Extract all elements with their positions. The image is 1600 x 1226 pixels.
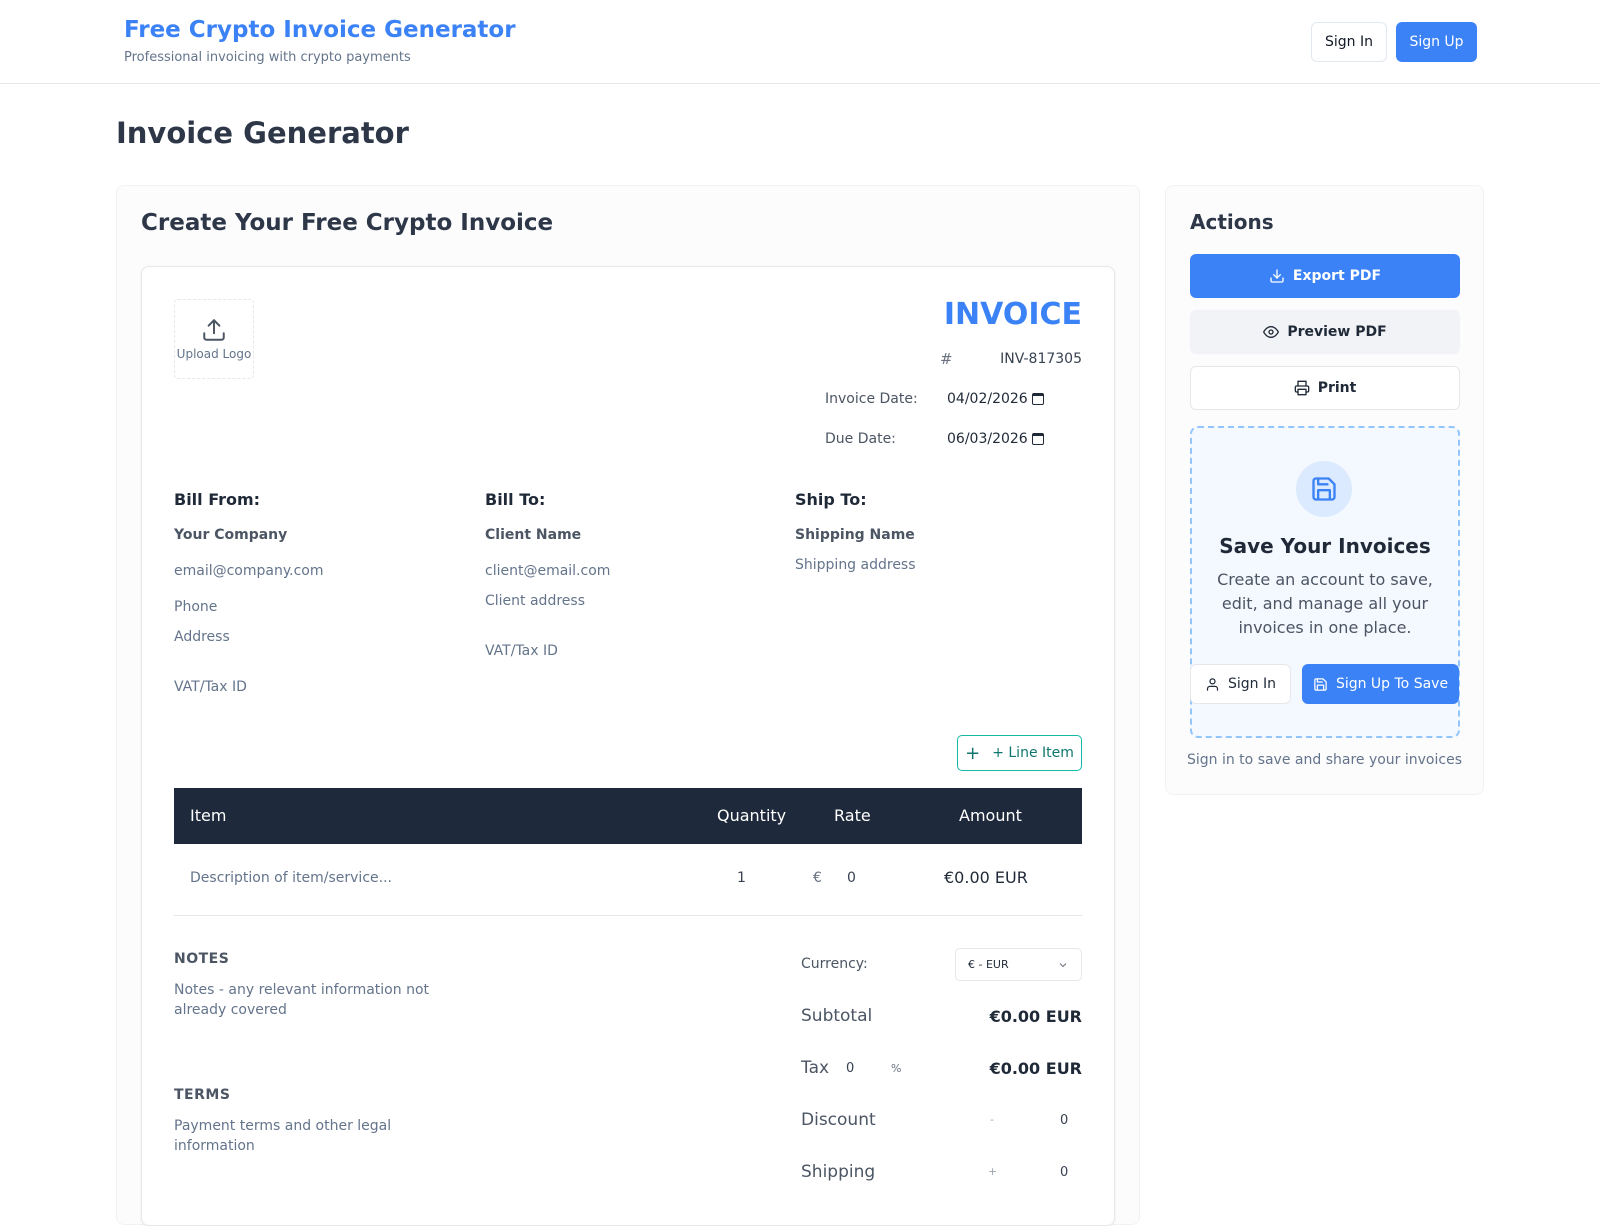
page-title: Invoice Generator xyxy=(116,116,409,150)
bill-from-phone-input[interactable]: Phone xyxy=(174,599,217,615)
bill-from-name-input[interactable]: Your Company xyxy=(174,527,287,543)
column-header-amount: Amount xyxy=(959,806,1022,825)
shipping-label: Shipping xyxy=(801,1162,876,1182)
line-item-rate-input[interactable]: 0 xyxy=(847,870,856,886)
save-footer-note: Sign in to save and share your invoices xyxy=(1186,752,1462,768)
calendar-icon[interactable] xyxy=(1031,433,1044,445)
column-header-quantity: Quantity xyxy=(717,806,787,825)
save-invoices-title: Save Your Invoices xyxy=(1219,534,1431,558)
printer-icon xyxy=(1294,380,1310,396)
chevron-down-icon xyxy=(1059,962,1067,967)
export-pdf-label: Export PDF xyxy=(1292,268,1382,284)
bill-from-vat-input[interactable]: VAT/Tax ID xyxy=(174,679,247,695)
bill-to-name-input[interactable]: Client Name xyxy=(485,527,581,543)
brand-subtitle: Professional invoicing with crypto payme… xyxy=(124,50,411,65)
ship-to-address-input[interactable]: Shipping address xyxy=(795,557,916,573)
currency-select-value: € - EUR xyxy=(968,958,1009,971)
preview-pdf-button[interactable]: Preview PDF xyxy=(1190,310,1460,354)
upload-icon xyxy=(203,319,225,341)
currency-label: Currency: xyxy=(801,956,868,972)
invoice-heading: INVOICE xyxy=(943,297,1082,332)
line-item-amount: €0.00 EUR xyxy=(944,868,1028,887)
sign-up-to-save-label: Sign Up To Save xyxy=(1335,676,1449,692)
floppy-disk-icon xyxy=(1312,477,1336,501)
invoice-number-input[interactable]: INV-817305 xyxy=(1000,351,1082,367)
add-line-item-button[interactable]: + + Line Item xyxy=(957,735,1082,771)
table-row-divider xyxy=(174,915,1082,916)
notes-input[interactable]: Notes - any relevant information not alr… xyxy=(174,980,474,1020)
discount-sign: - xyxy=(990,1113,994,1126)
user-icon xyxy=(1206,677,1219,691)
print-label: Print xyxy=(1317,380,1357,396)
export-pdf-button[interactable]: Export PDF xyxy=(1190,254,1460,298)
upload-logo-button[interactable]: Upload Logo xyxy=(174,299,254,379)
ship-to-name-input[interactable]: Shipping Name xyxy=(795,527,915,543)
sign-in-button[interactable]: Sign In xyxy=(1311,22,1387,62)
invoice-card-title: Create Your Free Crypto Invoice xyxy=(141,210,554,236)
preview-pdf-label: Preview PDF xyxy=(1287,324,1387,340)
tax-unit: % xyxy=(891,1062,902,1075)
tax-rate-input[interactable]: 0 xyxy=(846,1061,854,1076)
bill-from-email-input[interactable]: email@company.com xyxy=(174,563,324,579)
line-item-description-input[interactable]: Description of item/service... xyxy=(190,870,392,886)
ship-to-heading: Ship To: xyxy=(795,490,867,509)
sign-up-button[interactable]: Sign Up xyxy=(1396,22,1477,62)
bill-to-address-input[interactable]: Client address xyxy=(485,593,585,609)
invoice-date-label: Invoice Date: xyxy=(825,391,918,407)
invoice-number-hash: # xyxy=(940,350,953,368)
invoice-date-input[interactable]: 04/02/2026 xyxy=(947,391,1044,407)
subtotal-value: €0.00 EUR xyxy=(989,1007,1082,1026)
brand-title[interactable]: Free Crypto Invoice Generator xyxy=(124,17,516,43)
notes-label: NOTES xyxy=(174,951,230,967)
print-button[interactable]: Print xyxy=(1190,366,1460,410)
bill-from-heading: Bill From: xyxy=(174,490,261,509)
discount-label: Discount xyxy=(801,1110,876,1130)
tax-label: Tax xyxy=(801,1058,830,1078)
discount-input[interactable]: 0 xyxy=(1060,1113,1068,1128)
save-sign-in-label: Sign In xyxy=(1228,676,1276,692)
eye-icon xyxy=(1263,326,1280,338)
save-icon-circle xyxy=(1296,461,1352,517)
download-icon xyxy=(1270,269,1284,283)
top-navbar: Free Crypto Invoice Generator Profession… xyxy=(0,0,1600,84)
line-items-table-header: Item Quantity Rate Amount xyxy=(174,788,1082,844)
add-line-item-label: + Line Item xyxy=(992,745,1074,761)
bill-from-address-input[interactable]: Address xyxy=(174,629,230,645)
column-header-rate: Rate xyxy=(834,806,871,825)
due-date-label: Due Date: xyxy=(825,431,896,447)
invoice-date-value: 04/02/2026 xyxy=(947,391,1028,407)
save-invoices-description: Create an account to save, edit, and man… xyxy=(1217,570,1433,637)
shipping-sign: + xyxy=(988,1165,998,1178)
bill-to-heading: Bill To: xyxy=(485,490,546,509)
terms-input[interactable]: Payment terms and other legal informatio… xyxy=(174,1116,474,1156)
column-header-item: Item xyxy=(190,806,227,825)
bill-to-vat-input[interactable]: VAT/Tax ID xyxy=(485,643,558,659)
line-item-rate-symbol: € xyxy=(813,870,822,886)
tax-value: €0.00 EUR xyxy=(989,1059,1082,1078)
upload-logo-label: Upload Logo xyxy=(176,347,252,361)
terms-label: TERMS xyxy=(174,1087,231,1103)
save-sign-in-button[interactable]: Sign In xyxy=(1190,664,1291,704)
due-date-value: 06/03/2026 xyxy=(947,431,1028,447)
subtotal-label: Subtotal xyxy=(801,1006,873,1026)
sign-up-to-save-button[interactable]: Sign Up To Save xyxy=(1302,664,1459,704)
bill-to-email-input[interactable]: client@email.com xyxy=(485,563,610,579)
floppy-disk-icon xyxy=(1314,677,1327,691)
calendar-icon[interactable] xyxy=(1031,393,1044,405)
shipping-input[interactable]: 0 xyxy=(1060,1165,1068,1180)
due-date-input[interactable]: 06/03/2026 xyxy=(947,431,1044,447)
plus-icon: + xyxy=(965,742,981,764)
line-item-quantity-input[interactable]: 1 xyxy=(737,870,746,886)
currency-select[interactable]: € - EUR xyxy=(955,948,1082,981)
actions-title: Actions xyxy=(1190,210,1274,234)
